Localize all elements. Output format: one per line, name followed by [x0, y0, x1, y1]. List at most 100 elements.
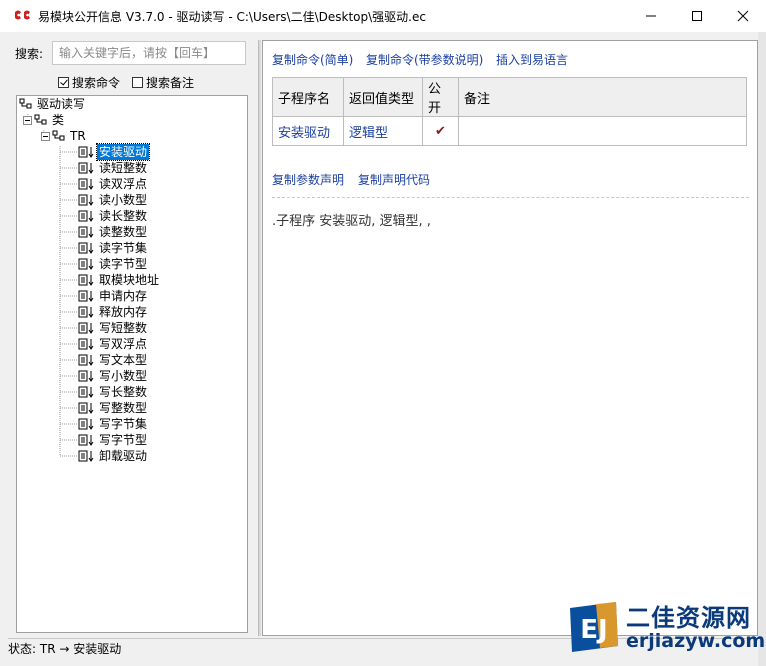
method-icon — [78, 146, 94, 158]
tree-method-label: 安装驱动 — [95, 143, 151, 161]
tree-method-label: 写双浮点 — [99, 337, 148, 351]
watermark-url: erjiazyw.com — [626, 630, 766, 652]
method-icon — [78, 306, 94, 318]
search-input[interactable] — [52, 41, 246, 65]
subroutine-table: 子程序名 返回值类型 公开 备注 安装驱动 逻辑型 ✔ — [272, 77, 747, 146]
checkbox-checked-icon — [58, 77, 69, 88]
method-icon — [78, 274, 94, 286]
copy-decl-code-link[interactable]: 复制声明代码 — [358, 171, 430, 188]
copy-param-decl-link[interactable]: 复制参数声明 — [272, 171, 344, 188]
search-commands-checkbox[interactable]: 搜索命令 — [58, 74, 120, 91]
declaration-code: .子程序 安装驱动, 逻辑型, , — [272, 214, 431, 229]
minimize-button[interactable] — [628, 0, 674, 32]
insert-to-eyuyan-link[interactable]: 插入到易语言 — [496, 51, 568, 68]
tree-method-item[interactable]: 读长整数 — [78, 208, 149, 224]
app-logo-icon — [15, 10, 30, 20]
tree-method-label: 取模块地址 — [99, 273, 160, 287]
tree-method-label: 读小数型 — [99, 193, 148, 207]
tree-method-item[interactable]: 写短整数 — [78, 320, 149, 336]
minimize-icon — [646, 15, 656, 17]
module-node-icon — [19, 98, 32, 109]
method-icon — [78, 386, 94, 398]
cell-subroutine-name: 安装驱动 — [272, 116, 344, 146]
tree-class-label: TR — [70, 129, 86, 143]
collapse-toggle-icon[interactable] — [41, 131, 50, 141]
method-icon — [78, 242, 94, 254]
tree-method-label: 卸载驱动 — [99, 449, 148, 463]
tree-method-item[interactable]: 写长整数 — [78, 384, 149, 400]
tree-method-item[interactable]: 读整数型 — [78, 224, 149, 240]
method-icon — [78, 402, 94, 414]
close-button[interactable] — [720, 0, 766, 32]
method-icon — [78, 450, 94, 462]
method-icon — [78, 322, 94, 334]
col-header-name: 子程序名 — [272, 77, 344, 117]
background-window-edge — [758, 32, 766, 666]
method-icon — [78, 226, 94, 238]
tree-class-group-node[interactable]: 类 — [23, 112, 66, 128]
method-icon — [78, 194, 94, 206]
tree-method-item[interactable]: 读短整数 — [78, 160, 149, 176]
tree-method-item[interactable]: 释放内存 — [78, 304, 149, 320]
window-title: 易模块公开信息 V3.7.0 - 驱动读写 - C:\Users\二佳\Desk… — [38, 10, 426, 24]
detail-pane: 复制命令(简单) 复制命令(带参数说明) 插入到易语言 子程序名 返回值类型 公… — [262, 40, 758, 636]
method-icon — [78, 434, 94, 446]
table-row: 安装驱动 逻辑型 ✔ — [272, 116, 747, 146]
tree-method-item[interactable]: 写整数型 — [78, 400, 149, 416]
tree-method-label: 释放内存 — [99, 305, 148, 319]
tree-method-label: 读双浮点 — [99, 177, 148, 191]
method-icon — [78, 354, 94, 366]
tree-method-label: 申请内存 — [99, 289, 148, 303]
col-header-return-type: 返回值类型 — [343, 77, 423, 117]
method-icon — [78, 418, 94, 430]
copy-command-simple-link[interactable]: 复制命令(简单) — [272, 51, 353, 68]
watermark-logo-icon: EJ — [570, 602, 618, 652]
tree-class-node[interactable]: TR — [41, 128, 88, 144]
status-bar: 状态: TR → 安装驱动 — [8, 642, 122, 656]
tree-method-item[interactable]: 卸载驱动 — [78, 448, 149, 464]
maximize-button[interactable] — [674, 0, 720, 32]
tree-method-label: 读短整数 — [99, 161, 148, 175]
watermark: EJ 二佳资源网 erjiazyw.com — [566, 598, 766, 666]
method-icon — [78, 178, 94, 190]
cell-return-type: 逻辑型 — [343, 116, 423, 146]
method-icon — [78, 338, 94, 350]
tree-method-item[interactable]: 读小数型 — [78, 192, 149, 208]
search-notes-label: 搜索备注 — [146, 76, 195, 90]
tree-method-item[interactable]: 申请内存 — [78, 288, 149, 304]
tree-method-item[interactable]: 读双浮点 — [78, 176, 149, 192]
tree-method-label: 读整数型 — [99, 225, 148, 239]
tree-method-item[interactable]: 写字节集 — [78, 416, 149, 432]
search-notes-checkbox[interactable]: 搜索备注 — [132, 74, 194, 91]
tree-method-label: 读字节集 — [99, 241, 148, 255]
tree-method-label: 写文本型 — [99, 353, 148, 367]
tree-method-label: 写字节型 — [99, 433, 148, 447]
tree-method-item[interactable]: 写小数型 — [78, 368, 149, 384]
table-header-row: 子程序名 返回值类型 公开 备注 — [272, 77, 747, 117]
tree-method-item[interactable]: 读字节集 — [78, 240, 149, 256]
collapse-toggle-icon[interactable] — [23, 115, 32, 125]
tree-root-label: 驱动读写 — [37, 97, 86, 111]
tree-root-node[interactable]: 驱动读写 — [19, 96, 87, 112]
col-header-note: 备注 — [458, 77, 747, 117]
tree-method-item[interactable]: 写文本型 — [78, 352, 149, 368]
watermark-title: 二佳资源网 — [626, 604, 751, 632]
cell-note — [458, 116, 747, 146]
separator-line — [272, 197, 749, 198]
tree-method-item[interactable]: 安装驱动 — [78, 143, 151, 161]
title-bar: 易模块公开信息 V3.7.0 - 驱动读写 - C:\Users\二佳\Desk… — [0, 0, 766, 32]
search-label: 搜索: — [15, 47, 44, 61]
watermark-logo-text: EJ — [580, 615, 607, 645]
copy-command-with-params-link[interactable]: 复制命令(带参数说明) — [366, 51, 483, 68]
checkbox-unchecked-icon — [132, 77, 143, 88]
tree-method-label: 读长整数 — [99, 209, 148, 223]
tree-class-group-label: 类 — [52, 113, 65, 127]
tree-method-item[interactable]: 取模块地址 — [78, 272, 161, 288]
tree-method-item[interactable]: 写双浮点 — [78, 336, 149, 352]
tree-method-item[interactable]: 读字节型 — [78, 256, 149, 272]
pane-splitter[interactable] — [258, 40, 261, 636]
tree-method-item[interactable]: 写字节型 — [78, 432, 149, 448]
close-icon — [737, 10, 749, 22]
module-tree[interactable]: 驱动读写 类 TR 安装驱动 读短整数读双浮点读小数型读长整数读整数型读字节集 读字… — [16, 95, 248, 633]
public-check-icon: ✔ — [422, 116, 459, 146]
